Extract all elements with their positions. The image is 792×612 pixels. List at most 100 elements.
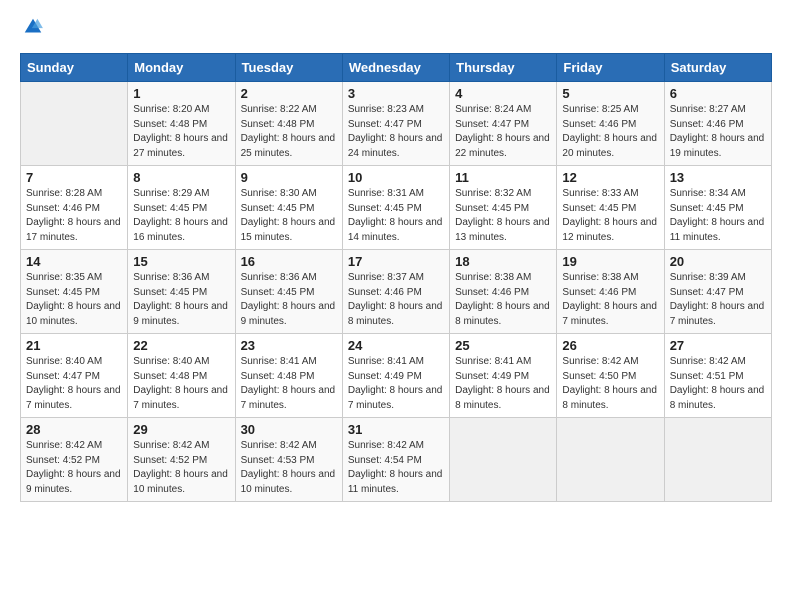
day-number: 8 [133, 170, 229, 185]
day-cell: 21 Sunrise: 8:40 AM Sunset: 4:47 PM Dayli… [21, 334, 128, 418]
weekday-header-thursday: Thursday [450, 54, 557, 82]
day-number: 21 [26, 338, 122, 353]
day-number: 28 [26, 422, 122, 437]
week-row-5: 28 Sunrise: 8:42 AM Sunset: 4:52 PM Dayli… [21, 418, 772, 502]
day-cell [21, 82, 128, 166]
week-row-4: 21 Sunrise: 8:40 AM Sunset: 4:47 PM Dayli… [21, 334, 772, 418]
day-number: 18 [455, 254, 551, 269]
calendar: SundayMondayTuesdayWednesdayThursdayFrid… [20, 53, 772, 502]
day-cell [664, 418, 771, 502]
day-number: 16 [241, 254, 337, 269]
day-info: Sunrise: 8:31 AM Sunset: 4:45 PM Dayligh… [348, 187, 444, 245]
day-info: Sunrise: 8:36 AM Sunset: 4:45 PM Dayligh… [133, 271, 229, 329]
day-cell: 12 Sunrise: 8:33 AM Sunset: 4:45 PM Dayli… [557, 166, 664, 250]
day-number: 31 [348, 422, 444, 437]
logo-block [20, 16, 44, 43]
day-number: 25 [455, 338, 551, 353]
day-cell: 28 Sunrise: 8:42 AM Sunset: 4:52 PM Dayli… [21, 418, 128, 502]
day-info: Sunrise: 8:29 AM Sunset: 4:45 PM Dayligh… [133, 187, 229, 245]
day-cell: 17Sunrise: 8:37 AM Sunset: 4:46 PM Dayli… [342, 250, 449, 334]
day-info: Sunrise: 8:32 AM Sunset: 4:45 PM Dayligh… [455, 187, 551, 245]
day-cell: 31 Sunrise: 8:42 AM Sunset: 4:54 PM Dayli… [342, 418, 449, 502]
day-info: Sunrise: 8:20 AM Sunset: 4:48 PM Dayligh… [133, 103, 229, 161]
day-number: 7 [26, 170, 122, 185]
header [20, 16, 772, 43]
day-number: 26 [562, 338, 658, 353]
day-number: 4 [455, 86, 551, 101]
day-info: Sunrise: 8:42 AM Sunset: 4:52 PM Dayligh… [133, 439, 229, 497]
day-cell: 6 Sunrise: 8:27 AM Sunset: 4:46 PM Daylig… [664, 82, 771, 166]
day-number: 23 [241, 338, 337, 353]
day-info: Sunrise: 8:42 AM Sunset: 4:51 PM Dayligh… [670, 355, 766, 413]
day-info: Sunrise: 8:41 AM Sunset: 4:49 PM Dayligh… [348, 355, 444, 413]
week-row-3: 14Sunrise: 8:35 AM Sunset: 4:45 PM Dayli… [21, 250, 772, 334]
logo [20, 16, 44, 43]
day-number: 27 [670, 338, 766, 353]
day-info: Sunrise: 8:24 AM Sunset: 4:47 PM Dayligh… [455, 103, 551, 161]
day-cell: 29 Sunrise: 8:42 AM Sunset: 4:52 PM Dayli… [128, 418, 235, 502]
day-cell: 19Sunrise: 8:38 AM Sunset: 4:46 PM Dayli… [557, 250, 664, 334]
day-cell: 11 Sunrise: 8:32 AM Sunset: 4:45 PM Dayli… [450, 166, 557, 250]
day-number: 3 [348, 86, 444, 101]
day-cell [450, 418, 557, 502]
day-cell: 16 Sunrise: 8:36 AM Sunset: 4:45 PM Dayli… [235, 250, 342, 334]
day-number: 11 [455, 170, 551, 185]
day-number: 12 [562, 170, 658, 185]
day-cell: 2 Sunrise: 8:22 AM Sunset: 4:48 PM Daylig… [235, 82, 342, 166]
weekday-header-row: SundayMondayTuesdayWednesdayThursdayFrid… [21, 54, 772, 82]
weekday-header-wednesday: Wednesday [342, 54, 449, 82]
day-info: Sunrise: 8:35 AM Sunset: 4:45 PM Dayligh… [26, 271, 122, 329]
day-cell: 22Sunrise: 8:40 AM Sunset: 4:48 PM Dayli… [128, 334, 235, 418]
day-number: 15 [133, 254, 229, 269]
day-info: Sunrise: 8:22 AM Sunset: 4:48 PM Dayligh… [241, 103, 337, 161]
day-number: 10 [348, 170, 444, 185]
day-info: Sunrise: 8:38 AM Sunset: 4:46 PM Dayligh… [455, 271, 551, 329]
day-cell [557, 418, 664, 502]
logo-icon [22, 16, 44, 38]
weekday-header-sunday: Sunday [21, 54, 128, 82]
day-cell: 26 Sunrise: 8:42 AM Sunset: 4:50 PM Dayli… [557, 334, 664, 418]
day-cell: 27 Sunrise: 8:42 AM Sunset: 4:51 PM Dayli… [664, 334, 771, 418]
day-info: Sunrise: 8:25 AM Sunset: 4:46 PM Dayligh… [562, 103, 658, 161]
day-cell: 23 Sunrise: 8:41 AM Sunset: 4:48 PM Dayli… [235, 334, 342, 418]
day-cell: 15 Sunrise: 8:36 AM Sunset: 4:45 PM Dayli… [128, 250, 235, 334]
day-info: Sunrise: 8:30 AM Sunset: 4:45 PM Dayligh… [241, 187, 337, 245]
day-info: Sunrise: 8:42 AM Sunset: 4:54 PM Dayligh… [348, 439, 444, 497]
day-cell: 10 Sunrise: 8:31 AM Sunset: 4:45 PM Dayli… [342, 166, 449, 250]
day-cell: 24 Sunrise: 8:41 AM Sunset: 4:49 PM Dayli… [342, 334, 449, 418]
page: SundayMondayTuesdayWednesdayThursdayFrid… [0, 0, 792, 612]
day-info: Sunrise: 8:36 AM Sunset: 4:45 PM Dayligh… [241, 271, 337, 329]
day-info: Sunrise: 8:27 AM Sunset: 4:46 PM Dayligh… [670, 103, 766, 161]
day-cell: 4 Sunrise: 8:24 AM Sunset: 4:47 PM Daylig… [450, 82, 557, 166]
day-number: 9 [241, 170, 337, 185]
day-number: 29 [133, 422, 229, 437]
day-cell: 9 Sunrise: 8:30 AM Sunset: 4:45 PM Daylig… [235, 166, 342, 250]
day-info: Sunrise: 8:28 AM Sunset: 4:46 PM Dayligh… [26, 187, 122, 245]
day-cell: 18 Sunrise: 8:38 AM Sunset: 4:46 PM Dayli… [450, 250, 557, 334]
day-info: Sunrise: 8:40 AM Sunset: 4:47 PM Dayligh… [26, 355, 122, 413]
day-cell: 8 Sunrise: 8:29 AM Sunset: 4:45 PM Daylig… [128, 166, 235, 250]
weekday-header-tuesday: Tuesday [235, 54, 342, 82]
day-cell: 1 Sunrise: 8:20 AM Sunset: 4:48 PM Daylig… [128, 82, 235, 166]
day-cell: 7 Sunrise: 8:28 AM Sunset: 4:46 PM Daylig… [21, 166, 128, 250]
day-number: 2 [241, 86, 337, 101]
day-info: Sunrise: 8:38 AM Sunset: 4:46 PM Dayligh… [562, 271, 658, 329]
day-info: Sunrise: 8:42 AM Sunset: 4:52 PM Dayligh… [26, 439, 122, 497]
day-number: 17 [348, 254, 444, 269]
day-info: Sunrise: 8:42 AM Sunset: 4:50 PM Dayligh… [562, 355, 658, 413]
day-number: 6 [670, 86, 766, 101]
day-number: 5 [562, 86, 658, 101]
day-info: Sunrise: 8:39 AM Sunset: 4:47 PM Dayligh… [670, 271, 766, 329]
day-info: Sunrise: 8:41 AM Sunset: 4:48 PM Dayligh… [241, 355, 337, 413]
day-number: 30 [241, 422, 337, 437]
week-row-1: 1 Sunrise: 8:20 AM Sunset: 4:48 PM Daylig… [21, 82, 772, 166]
week-row-2: 7 Sunrise: 8:28 AM Sunset: 4:46 PM Daylig… [21, 166, 772, 250]
day-info: Sunrise: 8:42 AM Sunset: 4:53 PM Dayligh… [241, 439, 337, 497]
day-info: Sunrise: 8:33 AM Sunset: 4:45 PM Dayligh… [562, 187, 658, 245]
day-cell: 13Sunrise: 8:34 AM Sunset: 4:45 PM Dayli… [664, 166, 771, 250]
day-number: 1 [133, 86, 229, 101]
day-number: 13 [670, 170, 766, 185]
day-cell: 20Sunrise: 8:39 AM Sunset: 4:47 PM Dayli… [664, 250, 771, 334]
day-cell: 30 Sunrise: 8:42 AM Sunset: 4:53 PM Dayli… [235, 418, 342, 502]
day-number: 24 [348, 338, 444, 353]
